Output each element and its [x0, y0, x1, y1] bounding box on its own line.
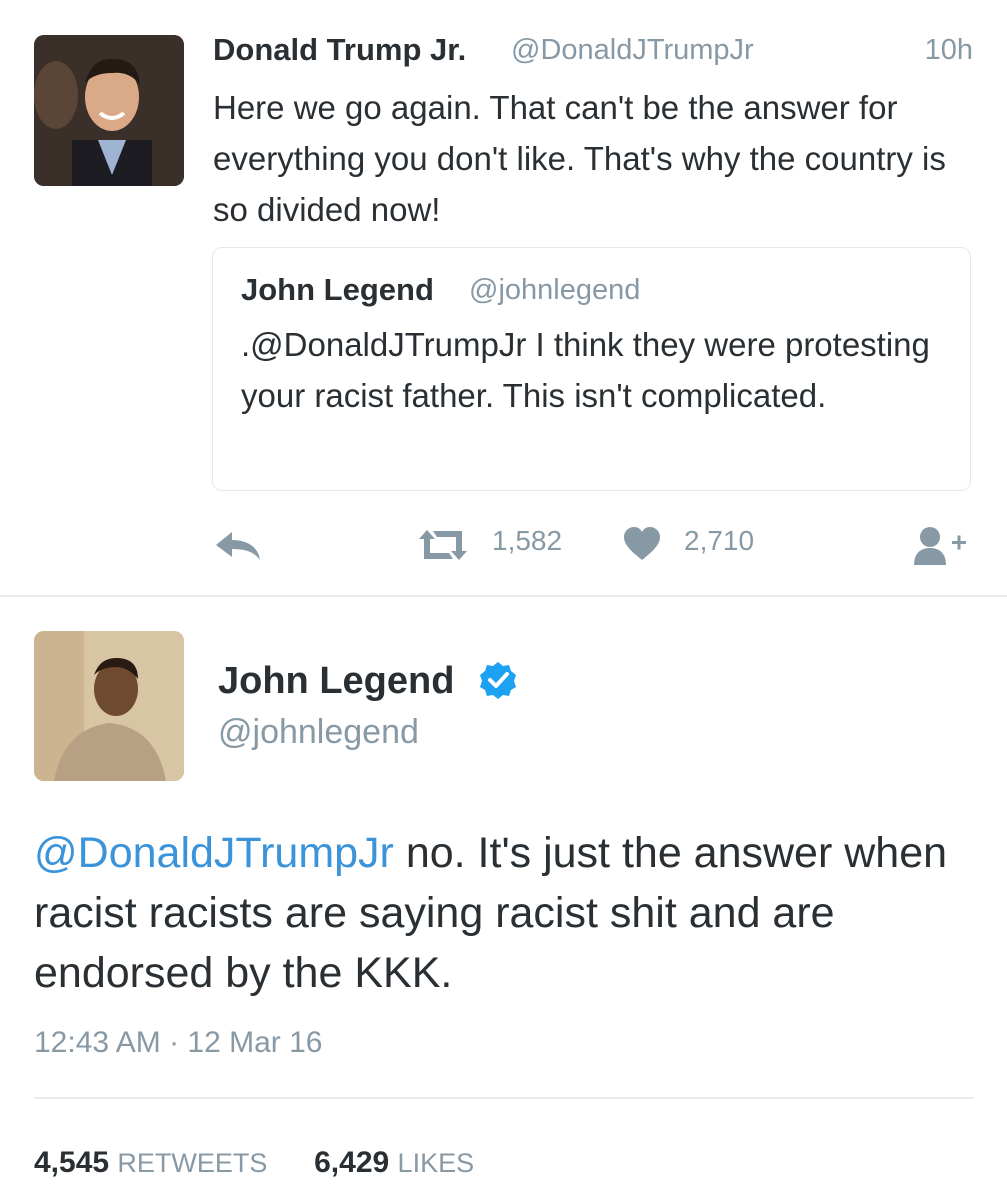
tweet-stats: 4,545 RETWEETS 6,429 LIKES [34, 1146, 474, 1180]
heart-icon[interactable] [623, 527, 661, 566]
stats-divider [34, 1097, 974, 1099]
likes-stat[interactable]: 6,429 LIKES [314, 1146, 474, 1179]
tweet-text: @DonaldJTrumpJr no. It's just the answer… [34, 823, 984, 1003]
retweets-stat[interactable]: 4,545 RETWEETS [34, 1146, 267, 1179]
tweet-author-name[interactable]: Donald Trump Jr. [213, 32, 466, 68]
avatar-john-legend[interactable] [34, 631, 184, 781]
verified-badge-icon [478, 660, 518, 700]
retweet-icon[interactable] [415, 527, 471, 568]
quoted-tweet-author-handle: @johnlegend [469, 274, 641, 306]
avatar-donald-trump-jr[interactable] [34, 35, 184, 186]
quoted-tweet-author-name: John Legend [241, 272, 434, 307]
quoted-tweet-text: .@DonaldJTrumpJr I think they were prote… [241, 326, 930, 414]
retweets-label: RETWEETS [117, 1148, 268, 1178]
retweet-count: 1,582 [492, 525, 563, 556]
retweets-count: 4,545 [34, 1146, 110, 1179]
follow-user-icon[interactable] [912, 523, 970, 572]
tweet-text: Here we go again. That can't be the answ… [213, 89, 946, 228]
tweet-time[interactable]: 10h [925, 34, 973, 67]
tweet-author-handle[interactable]: @DonaldJTrumpJr [511, 34, 754, 67]
like-count: 2,710 [684, 525, 755, 556]
tweet-author-handle[interactable]: @johnlegend [218, 713, 419, 752]
likes-label: LIKES [397, 1148, 475, 1178]
likes-count: 6,429 [314, 1146, 390, 1179]
tweet-divider [0, 595, 1007, 597]
tweet-timestamp[interactable]: 12:43 AM · 12 Mar 16 [34, 1026, 323, 1060]
mention-link[interactable]: @DonaldJTrumpJr [34, 829, 394, 877]
tweet-actions-bar: 1,582 2,710 [212, 523, 972, 569]
reply-icon[interactable] [214, 529, 262, 568]
tweet-author-name[interactable]: John Legend [218, 660, 454, 703]
